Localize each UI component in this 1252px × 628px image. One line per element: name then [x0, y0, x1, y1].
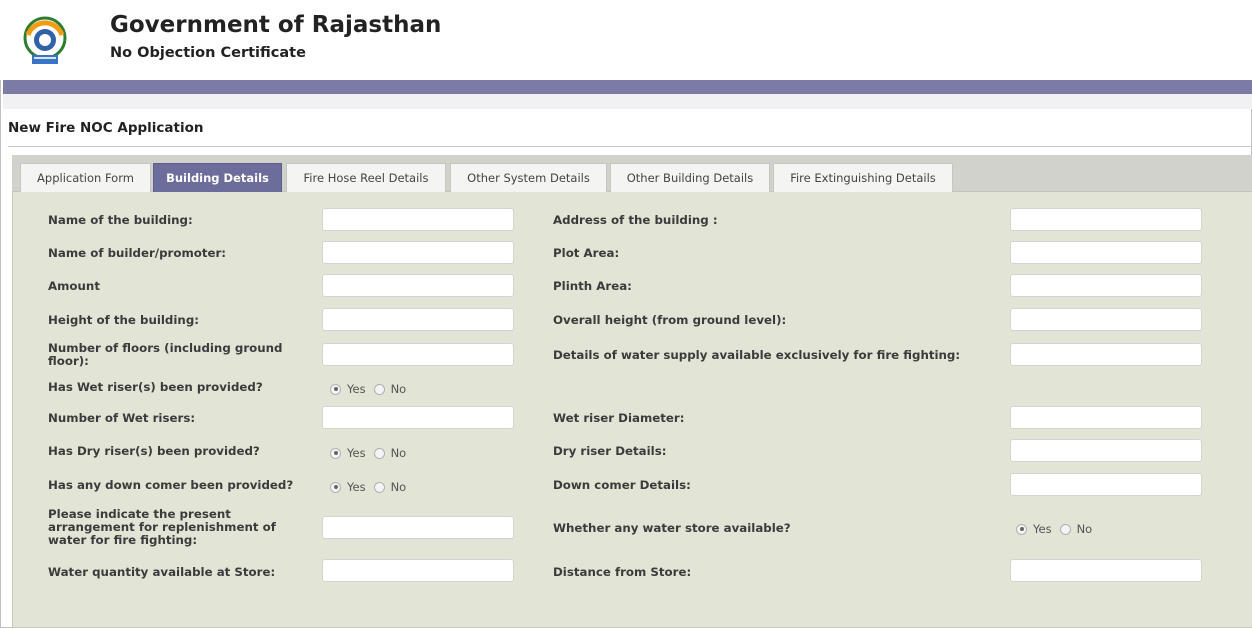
water-store-yes-radio[interactable]	[1016, 523, 1027, 535]
water-store-radio-group: Yes No	[1016, 522, 1100, 536]
builder-name-input[interactable]	[322, 241, 514, 264]
page-title: New Fire NOC Application	[8, 120, 204, 136]
builder-name-label: Name of builder/promoter:	[48, 246, 227, 260]
header-shadow-band	[3, 94, 1252, 109]
plinth-area-input[interactable]	[1010, 274, 1202, 297]
tab-other-system-details[interactable]: Other System Details	[450, 163, 607, 192]
plinth-area-label: Plinth Area:	[553, 279, 632, 293]
page-title-divider	[8, 146, 1252, 147]
building-address-input[interactable]	[1010, 208, 1202, 231]
water-supply-input[interactable]	[1010, 343, 1202, 366]
header-accent-bar	[3, 80, 1252, 94]
down-comer-details-label: Down comer Details:	[553, 478, 691, 492]
rajasthan-emblem-logo	[23, 16, 67, 64]
wet-riser-question-label: Has Wet riser(s) been provided?	[48, 380, 263, 394]
wet-riser-count-input[interactable]	[322, 406, 514, 429]
wet-riser-no-radio[interactable]	[373, 383, 385, 395]
plot-area-label: Plot Area:	[553, 246, 620, 260]
tab-other-building-details[interactable]: Other Building Details	[610, 163, 770, 192]
wet-riser-radio-group: Yes No	[330, 382, 414, 396]
dry-riser-no-label: No	[390, 446, 407, 460]
tab-building-details[interactable]: Building Details	[153, 163, 282, 192]
floors-input[interactable]	[322, 343, 514, 366]
building-name-input[interactable]	[322, 208, 514, 231]
wet-riser-yes-radio[interactable]	[330, 383, 341, 395]
site-subtitle: No Objection Certificate	[110, 45, 306, 61]
building-address-label: Address of the building :	[553, 213, 718, 227]
water-store-no-label: No	[1076, 522, 1093, 536]
down-comer-no-label: No	[390, 480, 407, 494]
replenishment-input[interactable]	[322, 516, 514, 539]
building-height-label: Height of the building:	[48, 313, 199, 327]
dry-riser-yes-radio[interactable]	[330, 447, 341, 459]
water-quantity-input[interactable]	[322, 559, 514, 582]
water-store-question-label: Whether any water store available?	[553, 521, 791, 535]
overall-height-input[interactable]	[1010, 308, 1202, 331]
down-comer-radio-group: Yes No	[330, 480, 414, 494]
down-comer-question-label: Has any down comer been provided?	[48, 478, 294, 492]
wet-riser-yes-label: Yes	[347, 382, 366, 396]
dry-riser-no-radio[interactable]	[373, 447, 385, 459]
water-supply-label: Details of water supply available exclus…	[553, 348, 961, 362]
site-title: Government of Rajasthan	[110, 12, 442, 38]
wet-riser-no-label: No	[390, 382, 407, 396]
floors-label: Number of floors (including ground floor…	[48, 341, 283, 368]
plot-area-input[interactable]	[1010, 241, 1202, 264]
down-comer-yes-radio[interactable]	[330, 481, 341, 493]
amount-input[interactable]	[322, 274, 514, 297]
wet-riser-diameter-label: Wet riser Diameter:	[553, 411, 685, 425]
tab-fire-extinguishing-details[interactable]: Fire Extinguishing Details	[773, 163, 953, 192]
down-comer-yes-label: Yes	[347, 480, 366, 494]
dry-riser-details-input[interactable]	[1010, 439, 1202, 462]
store-distance-label: Distance from Store:	[553, 565, 692, 579]
overall-height-label: Overall height (from ground level):	[553, 313, 787, 327]
replenishment-label: Please indicate the present arrangement …	[48, 507, 276, 547]
dry-riser-radio-group: Yes No	[330, 446, 414, 460]
site-header: Government of Rajasthan No Objection Cer…	[0, 0, 1252, 80]
tab-fire-hose-reel-details[interactable]: Fire Hose Reel Details	[286, 163, 446, 192]
water-store-no-radio[interactable]	[1059, 523, 1071, 535]
water-quantity-label: Water quantity available at Store:	[48, 565, 276, 579]
down-comer-details-input[interactable]	[1010, 473, 1202, 496]
wet-riser-diameter-input[interactable]	[1010, 406, 1202, 429]
water-store-yes-label: Yes	[1033, 522, 1052, 536]
wet-riser-count-label: Number of Wet risers:	[48, 411, 196, 425]
dry-riser-yes-label: Yes	[347, 446, 366, 460]
store-distance-input[interactable]	[1010, 559, 1202, 582]
amount-label: Amount	[48, 279, 100, 293]
tab-application-form[interactable]: Application Form	[20, 163, 151, 192]
building-height-input[interactable]	[322, 308, 514, 331]
dry-riser-question-label: Has Dry riser(s) been provided?	[48, 444, 260, 458]
down-comer-no-radio[interactable]	[373, 481, 385, 493]
building-name-label: Name of the building:	[48, 213, 193, 227]
dry-riser-details-label: Dry riser Details:	[553, 444, 667, 458]
